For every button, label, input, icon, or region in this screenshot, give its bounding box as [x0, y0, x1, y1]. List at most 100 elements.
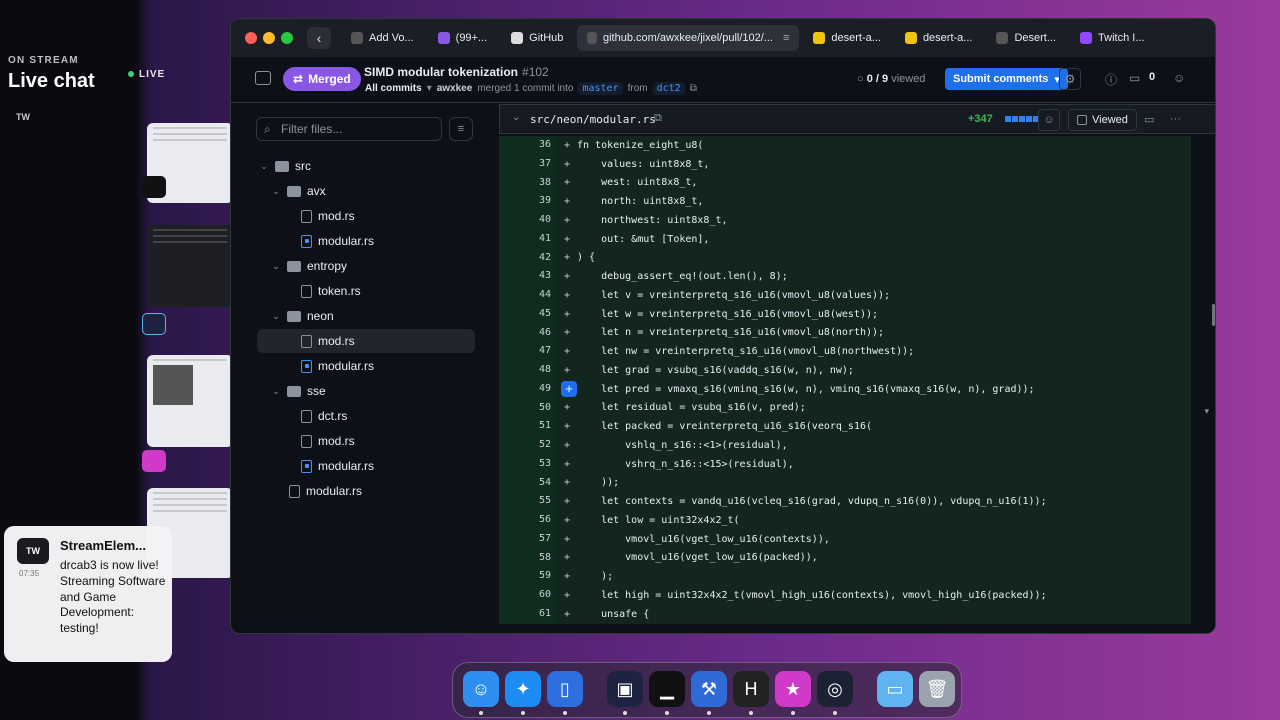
diff-line[interactable]: 43 + debug_assert_eq!(out.len(), 8); [499, 267, 1191, 286]
trash-icon[interactable]: 🗑 [919, 671, 955, 707]
network-icon[interactable]: ◎ [817, 671, 853, 707]
file-path[interactable]: src/neon/modular.rs [530, 113, 656, 126]
line-number[interactable]: 49 [499, 379, 557, 399]
activity-monitor-icon[interactable]: ▁ [649, 671, 685, 707]
filter-options-icon[interactable]: ≡ [449, 117, 473, 141]
line-number[interactable]: 52 [499, 436, 557, 455]
tree-file[interactable]: modular.rs [257, 479, 475, 503]
line-number[interactable]: 60 [499, 586, 557, 605]
comment-icon[interactable]: ▭ [1144, 113, 1154, 126]
browser-tab[interactable]: GitHub [501, 25, 573, 51]
diff-line[interactable]: 56 + let low = uint32x4x2_t( [499, 511, 1191, 530]
chevron-down-icon[interactable]: ⌄ [269, 311, 283, 322]
diff-line[interactable]: 46 + let n = vreinterpretq_s16_u16(vmovl_… [499, 323, 1191, 343]
tree-file[interactable]: mod.rs [257, 429, 475, 453]
pr-author[interactable]: awxkee [437, 83, 473, 94]
base-branch[interactable]: master [578, 82, 623, 95]
tree-folder[interactable]: ⌄ neon [257, 304, 475, 328]
line-number[interactable]: 47 [499, 342, 557, 361]
close-window-button[interactable] [245, 32, 257, 44]
line-number[interactable]: 44 [499, 286, 557, 305]
all-commits-dropdown[interactable]: All commits [365, 83, 422, 94]
line-number[interactable]: 57 [499, 529, 557, 549]
browser-tab[interactable]: github.com/awxkee/jixel/pull/102/... ≡ [577, 25, 800, 51]
line-number[interactable]: 50 [499, 398, 557, 418]
diff-line[interactable]: 37 + values: uint8x8_t, [499, 154, 1191, 174]
back-button[interactable]: ‹ [307, 27, 331, 49]
copilot-icon[interactable]: ☺ [1038, 109, 1060, 131]
info-icon[interactable]: ⓘ [1105, 71, 1117, 88]
gear-icon[interactable]: ⚙ [1059, 68, 1081, 90]
filter-files-input[interactable]: ⌕ Filter files... [256, 117, 442, 141]
browser-tab[interactable]: Twitch I... [1070, 25, 1154, 51]
line-number[interactable]: 39 [499, 192, 557, 211]
chevron-down-icon[interactable]: ⌄ [269, 261, 283, 272]
tree-file[interactable]: mod.rs [257, 204, 475, 228]
browser-tab[interactable]: desert-a... [803, 25, 891, 51]
folder-icon[interactable]: ▭ [877, 671, 913, 707]
tree-folder[interactable]: ⌄ avx [257, 179, 475, 203]
sidebar-toggle-icon[interactable] [255, 71, 271, 85]
chevron-down-icon[interactable]: ⌄ [269, 186, 283, 197]
tree-file[interactable]: modular.rs [257, 229, 475, 253]
diff-line[interactable]: 45 + let w = vreinterpretq_s16_u16(vmovl_… [499, 304, 1191, 324]
diff-line[interactable]: 42 +) { [499, 248, 1191, 268]
diff-line[interactable]: 39 + north: uint8x8_t, [499, 192, 1191, 211]
viewed-checkbox[interactable]: Viewed [1068, 109, 1137, 131]
line-number[interactable]: 42 [499, 248, 557, 268]
tree-folder[interactable]: ⌄ entropy [257, 254, 475, 278]
app-icon-dark[interactable]: ▣ [607, 671, 643, 707]
diff-line[interactable]: 47 + let nw = vreinterpretq_s16_u16(vmovl… [499, 342, 1191, 361]
diff-line[interactable]: 50 + let residual = vsubq_s16(v, pred); [499, 398, 1191, 418]
line-number[interactable]: 43 [499, 267, 557, 286]
diff-line[interactable]: 60 + let high = uint32x4x2_t(vmovl_high_u… [499, 586, 1191, 605]
tree-file[interactable]: mod.rs [257, 329, 475, 353]
h-app-icon[interactable]: H [733, 671, 769, 707]
line-number[interactable]: 53 [499, 454, 557, 474]
chevron-down-icon[interactable]: ▾ [1204, 406, 1209, 417]
chevron-down-icon[interactable]: ⌄ [257, 161, 271, 172]
tree-file[interactable]: dct.rs [257, 404, 475, 428]
browser-tab[interactable]: Add Vo... [341, 25, 424, 51]
tree-file[interactable]: modular.rs [257, 354, 475, 378]
more-icon[interactable]: ··· [1170, 113, 1181, 125]
diff-line[interactable]: 38 + west: uint8x8_t, [499, 173, 1191, 193]
copy-icon[interactable]: ⧉ [654, 112, 662, 125]
stage-thumb-3[interactable] [147, 355, 233, 447]
chevron-down-icon[interactable]: ⌄ [512, 112, 520, 123]
diff-line[interactable]: 54 + )); [499, 473, 1191, 493]
diff-line[interactable]: 36 + fn tokenize_eight_u8( [499, 136, 1191, 155]
diff-line[interactable]: 59 + ); [499, 567, 1191, 586]
diff-line[interactable]: 48 + let grad = vsubq_s16(vaddq_s16(w, n)… [499, 361, 1191, 380]
line-number[interactable]: 55 [499, 492, 557, 511]
diff-line[interactable]: 55 + let contexts = vandq_u16(vcleq_s16(g… [499, 492, 1191, 511]
diff-line[interactable]: 53 + vshrq_n_s16::<15>(residual), [499, 454, 1191, 474]
line-number[interactable]: 37 [499, 154, 557, 174]
diff-line[interactable]: 40 + northwest: uint8x8_t, [499, 211, 1191, 230]
browser-tab[interactable]: (99+... [428, 25, 498, 51]
diff-line[interactable]: 49+ let pred = vmaxq_s16(vminq_s16(w, n)… [499, 379, 1191, 399]
line-number[interactable]: 51 [499, 417, 557, 436]
line-number[interactable]: 54 [499, 473, 557, 493]
app-icon-blue[interactable]: ▯ [547, 671, 583, 707]
diff-line[interactable]: 58 + vmovl_u16(vget_low_u16(packed)), [499, 548, 1191, 568]
line-number[interactable]: 38 [499, 173, 557, 193]
line-number[interactable]: 59 [499, 567, 557, 586]
line-number[interactable]: 61 [499, 604, 557, 624]
reader-menu-icon[interactable]: ≡ [783, 32, 789, 44]
line-number[interactable]: 56 [499, 511, 557, 530]
diff-line[interactable]: 51 + let packed = vreinterpretq_u16_s16(v… [499, 417, 1191, 436]
diff-line[interactable]: 61 + unsafe { [499, 604, 1191, 624]
head-branch[interactable]: dct2 [652, 82, 685, 95]
line-number[interactable]: 48 [499, 361, 557, 380]
submit-comments-button[interactable]: Submit comments ▾ [945, 68, 1068, 90]
line-number[interactable]: 58 [499, 548, 557, 568]
diff-line[interactable]: 57 + vmovl_u16(vget_low_u16(contexts)), [499, 529, 1191, 549]
browser-tab[interactable]: desert-a... [895, 25, 983, 51]
notification-card[interactable]: TW 07:35 StreamElem... drcab3 is now liv… [4, 526, 172, 662]
scroll-thumb[interactable] [1212, 304, 1215, 326]
tree-file[interactable]: modular.rs [257, 454, 475, 478]
zoom-window-button[interactable] [281, 32, 293, 44]
copilot-icon[interactable]: ☺ [1173, 71, 1185, 85]
line-number[interactable]: 41 [499, 229, 557, 249]
